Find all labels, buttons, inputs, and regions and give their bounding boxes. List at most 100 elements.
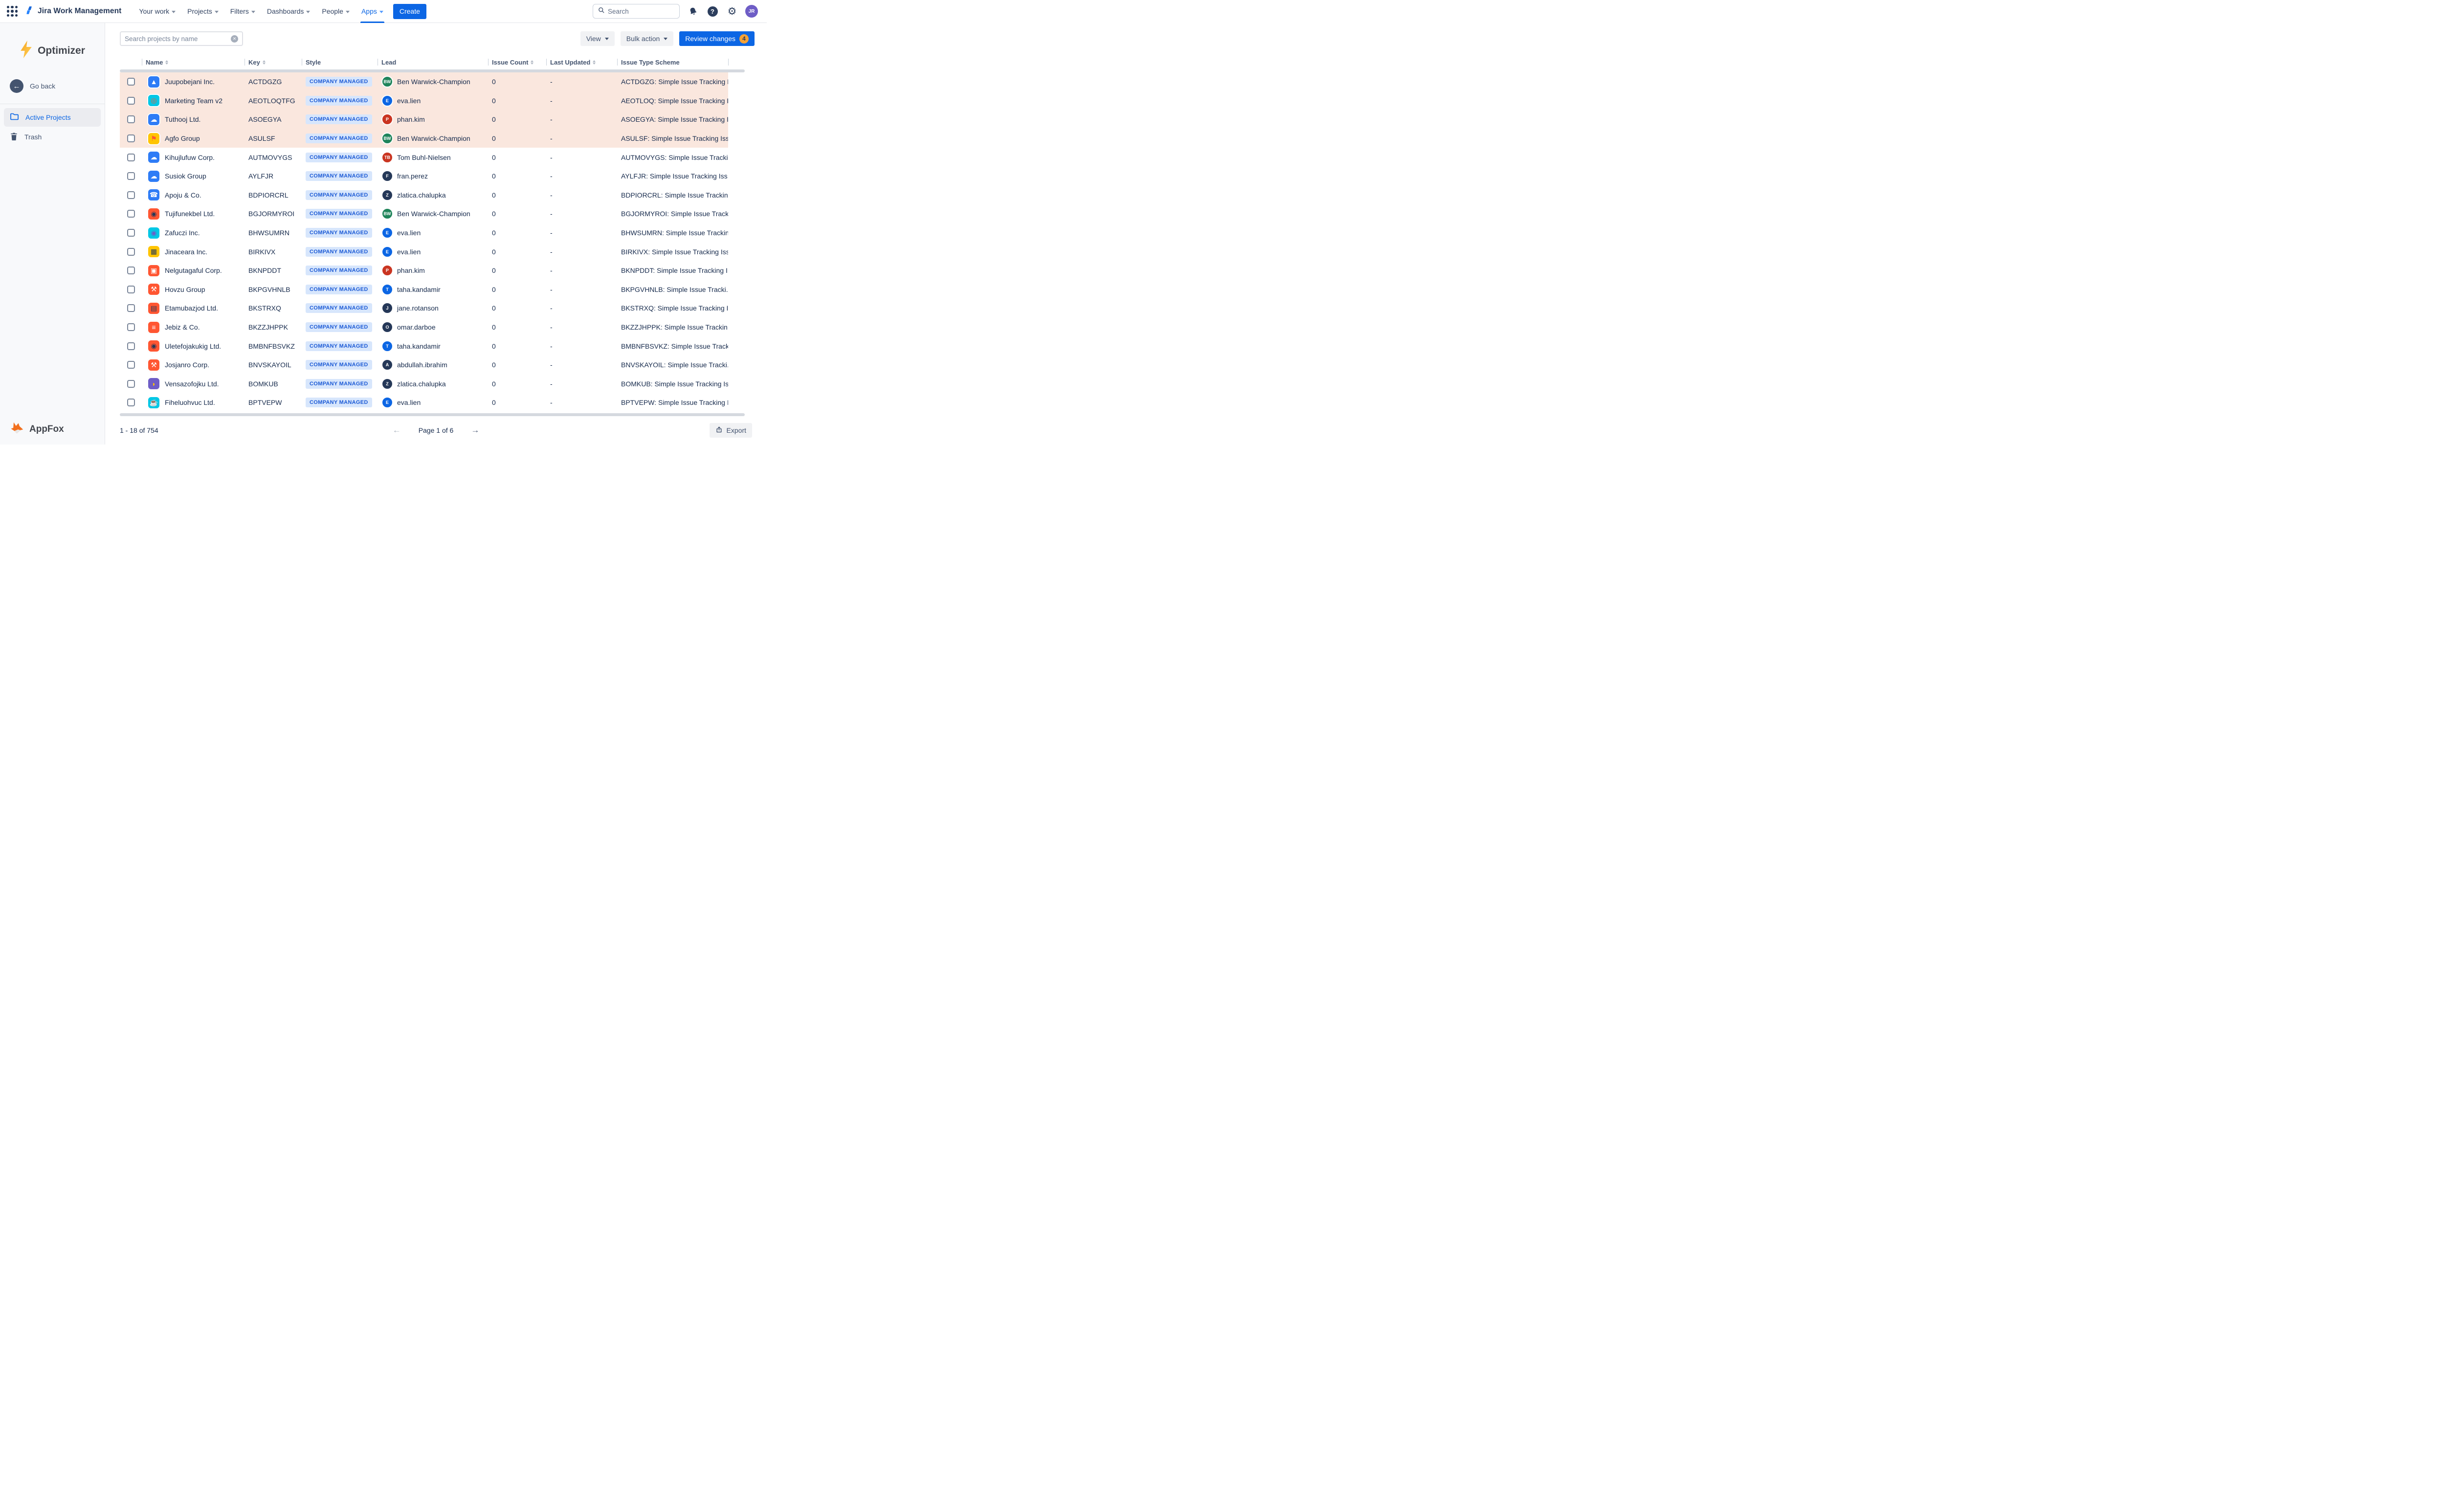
project-name: Kihujlufuw Corp. bbox=[165, 154, 215, 161]
jira-brand[interactable]: Jira Work Management bbox=[24, 5, 121, 18]
row-checkbox[interactable] bbox=[127, 210, 135, 218]
appfox-brand: AppFox bbox=[10, 422, 64, 437]
column-header-last-updated[interactable]: Last Updated bbox=[546, 56, 617, 68]
nav-item-projects[interactable]: Projects bbox=[182, 0, 223, 23]
project-row[interactable]: ⚑Agfo GroupASULSFCOMPANY MANAGEDBWBen Wa… bbox=[120, 129, 728, 148]
row-checkbox[interactable] bbox=[127, 286, 135, 293]
lead-avatar: E bbox=[381, 227, 393, 239]
project-row[interactable]: ☁Tuthooj Ltd.ASOEGYACOMPANY MANAGEDPphan… bbox=[120, 110, 728, 129]
project-row[interactable]: ☁Kihujlufuw Corp.AUTMOVYGSCOMPANY MANAGE… bbox=[120, 148, 728, 167]
lead-name: Tom Buhl-Nielsen bbox=[397, 154, 451, 161]
project-key: BKNPDDT bbox=[248, 267, 281, 274]
project-name: Susiok Group bbox=[165, 172, 206, 180]
global-search[interactable] bbox=[593, 4, 680, 19]
project-name: Apoju & Co. bbox=[165, 191, 201, 199]
view-dropdown[interactable]: View bbox=[580, 31, 615, 46]
bulk-action-dropdown[interactable]: Bulk action bbox=[621, 31, 673, 46]
project-key: BIRKIVX bbox=[248, 248, 275, 256]
lead-avatar: E bbox=[381, 397, 393, 408]
project-row[interactable]: ☁Susiok GroupAYLFJRCOMPANY MANAGEDFfran.… bbox=[120, 167, 728, 186]
row-checkbox[interactable] bbox=[127, 134, 135, 142]
row-checkbox[interactable] bbox=[127, 248, 135, 256]
project-row[interactable]: ◉Tujifunekbel Ltd.BGJORMYROICOMPANY MANA… bbox=[120, 204, 728, 223]
row-checkbox[interactable] bbox=[127, 115, 135, 123]
column-header-style: Style bbox=[302, 56, 378, 68]
project-row[interactable]: ≡Jebiz & Co.BKZZJHPPKCOMPANY MANAGEDOoma… bbox=[120, 318, 728, 337]
project-name: Uletefojakukig Ltd. bbox=[165, 342, 221, 350]
row-checkbox[interactable] bbox=[127, 342, 135, 350]
project-row[interactable]: ▲Juupobejani Inc.ACTDGZGCOMPANY MANAGEDB… bbox=[120, 72, 728, 91]
nav-item-filters[interactable]: Filters bbox=[225, 0, 260, 23]
notifications-bell-icon[interactable] bbox=[687, 5, 699, 18]
nav-item-your-work[interactable]: Your work bbox=[134, 0, 180, 23]
project-search-input[interactable] bbox=[125, 35, 231, 43]
row-checkbox[interactable] bbox=[127, 304, 135, 312]
project-row[interactable]: ▦Jinaceara Inc.BIRKIVXCOMPANY MANAGEDEev… bbox=[120, 242, 728, 261]
project-row[interactable]: ⚒Hovzu GroupBKPGVHNLBCOMPANY MANAGEDTtah… bbox=[120, 280, 728, 299]
clear-search-icon[interactable]: ✕ bbox=[231, 35, 238, 43]
nav-item-dashboards[interactable]: Dashboards bbox=[262, 0, 315, 23]
row-checkbox[interactable] bbox=[127, 78, 135, 86]
row-checkbox[interactable] bbox=[127, 154, 135, 161]
sidebar-item-active-projects[interactable]: Active Projects bbox=[4, 108, 101, 127]
project-search[interactable]: ✕ bbox=[120, 31, 243, 46]
column-header-name[interactable]: Name bbox=[142, 56, 244, 68]
row-checkbox[interactable] bbox=[127, 267, 135, 274]
export-button[interactable]: Export bbox=[710, 423, 752, 438]
row-checkbox[interactable] bbox=[127, 323, 135, 331]
project-row[interactable]: ▤Etamubazjod Ltd.BKSTRXQCOMPANY MANAGEDJ… bbox=[120, 299, 728, 318]
previous-page-arrow-icon[interactable]: ← bbox=[393, 425, 401, 435]
lead-name: Ben Warwick-Champion bbox=[397, 78, 470, 86]
last-updated: - bbox=[550, 115, 553, 123]
lead-avatar: BW bbox=[381, 76, 393, 88]
style-badge: COMPANY MANAGED bbox=[306, 266, 372, 275]
issue-type-scheme: BNVSKAYOIL: Simple Issue Tracki... bbox=[621, 361, 728, 369]
project-row[interactable]: ◎Marketing Team v2AEOTLOQTFGCOMPANY MANA… bbox=[120, 91, 728, 111]
cloud-icon: ☁ bbox=[147, 170, 160, 183]
project-row[interactable]: ☎Apoju & Co.BDPIORCRLCOMPANY MANAGEDZzla… bbox=[120, 186, 728, 205]
sidebar-item-trash[interactable]: Trash bbox=[4, 128, 101, 146]
lead-avatar: Z bbox=[381, 189, 393, 201]
row-checkbox[interactable] bbox=[127, 380, 135, 388]
row-checkbox[interactable] bbox=[127, 172, 135, 180]
app-switcher-icon[interactable] bbox=[7, 6, 18, 17]
row-checkbox[interactable] bbox=[127, 191, 135, 199]
create-button[interactable]: Create bbox=[393, 4, 426, 19]
project-name: Hovzu Group bbox=[165, 286, 205, 293]
column-header-key[interactable]: Key bbox=[244, 56, 302, 68]
nav-item-apps[interactable]: Apps bbox=[356, 0, 388, 23]
project-row[interactable]: ◗Vensazofojku Ltd.BOMKUBCOMPANY MANAGEDZ… bbox=[120, 375, 728, 394]
column-header-issue-count[interactable]: Issue Count bbox=[488, 56, 546, 68]
last-updated: - bbox=[550, 78, 553, 86]
global-search-input[interactable] bbox=[608, 8, 675, 15]
help-icon[interactable]: ? bbox=[706, 5, 719, 18]
browser-window-icon: ▤ bbox=[147, 302, 160, 315]
project-row[interactable]: ◉Zafuczi Inc.BHWSUMRNCOMPANY MANAGEDEeva… bbox=[120, 223, 728, 243]
folder-icon bbox=[10, 112, 19, 122]
last-updated: - bbox=[550, 134, 553, 142]
row-checkbox[interactable] bbox=[127, 399, 135, 406]
chevron-down-icon bbox=[251, 11, 255, 13]
sort-icon bbox=[165, 60, 168, 65]
nav-item-people[interactable]: People bbox=[317, 0, 355, 23]
go-back-button[interactable]: ← Go back bbox=[0, 75, 105, 97]
lead-name: Ben Warwick-Champion bbox=[397, 210, 470, 218]
main-nav: Your workProjectsFiltersDashboardsPeople… bbox=[134, 0, 388, 23]
user-avatar[interactable]: JR bbox=[745, 5, 758, 18]
project-row[interactable]: ⚒Josjanro Corp.BNVSKAYOILCOMPANY MANAGED… bbox=[120, 356, 728, 375]
issue-count: 0 bbox=[492, 248, 496, 256]
last-updated: - bbox=[550, 323, 553, 331]
last-updated: - bbox=[550, 191, 553, 199]
last-updated: - bbox=[550, 229, 553, 237]
review-changes-button[interactable]: Review changes 4 bbox=[679, 31, 755, 46]
project-key: BDPIORCRL bbox=[248, 191, 289, 199]
project-row[interactable]: ◉Uletefojakukig Ltd.BMBNFBSVKZCOMPANY MA… bbox=[120, 336, 728, 356]
project-row[interactable]: ☕Fiheluohvuc Ltd.BPTVEPWCOMPANY MANAGEDE… bbox=[120, 393, 728, 412]
row-checkbox[interactable] bbox=[127, 361, 135, 369]
row-checkbox[interactable] bbox=[127, 97, 135, 105]
lead-name: zlatica.chalupka bbox=[397, 380, 446, 388]
settings-gear-icon[interactable]: ⚙ bbox=[726, 5, 738, 18]
project-row[interactable]: ▣Nelgutagaful Corp.BKNPDDTCOMPANY MANAGE… bbox=[120, 261, 728, 280]
next-page-arrow-icon[interactable]: → bbox=[471, 425, 479, 435]
row-checkbox[interactable] bbox=[127, 229, 135, 237]
